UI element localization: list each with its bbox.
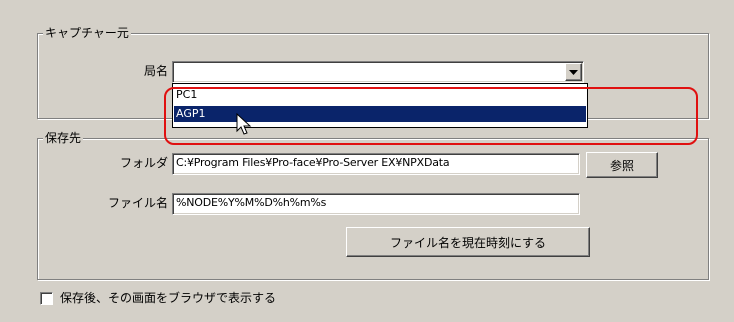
folder-value: C:¥Program Files¥Pro-face¥Pro-Server EX¥…	[176, 156, 450, 169]
folder-label: フォルダ	[119, 156, 168, 170]
mouse-cursor-icon	[236, 113, 252, 135]
filename-label: ファイル名	[107, 196, 168, 210]
chevron-down-icon[interactable]	[565, 63, 582, 81]
folder-field[interactable]: C:¥Program Files¥Pro-face¥Pro-Server EX¥…	[172, 153, 580, 175]
station-combobox[interactable]	[172, 61, 584, 83]
set-current-time-button[interactable]: ファイル名を現在時刻にする	[346, 227, 590, 257]
browse-button[interactable]: 参照	[586, 152, 658, 178]
capture-source-title: キャプチャー元	[43, 25, 131, 41]
show-in-browser-label[interactable]: 保存後、その画面をブラウザで表示する	[60, 290, 276, 306]
show-in-browser-checkbox[interactable]	[40, 292, 53, 305]
filename-value: %NODE%Y%M%D%h%m%s	[176, 196, 327, 209]
filename-field[interactable]: %NODE%Y%M%D%h%m%s	[172, 193, 580, 215]
station-label: 局名	[143, 64, 168, 78]
destination-title: 保存先	[43, 130, 84, 146]
